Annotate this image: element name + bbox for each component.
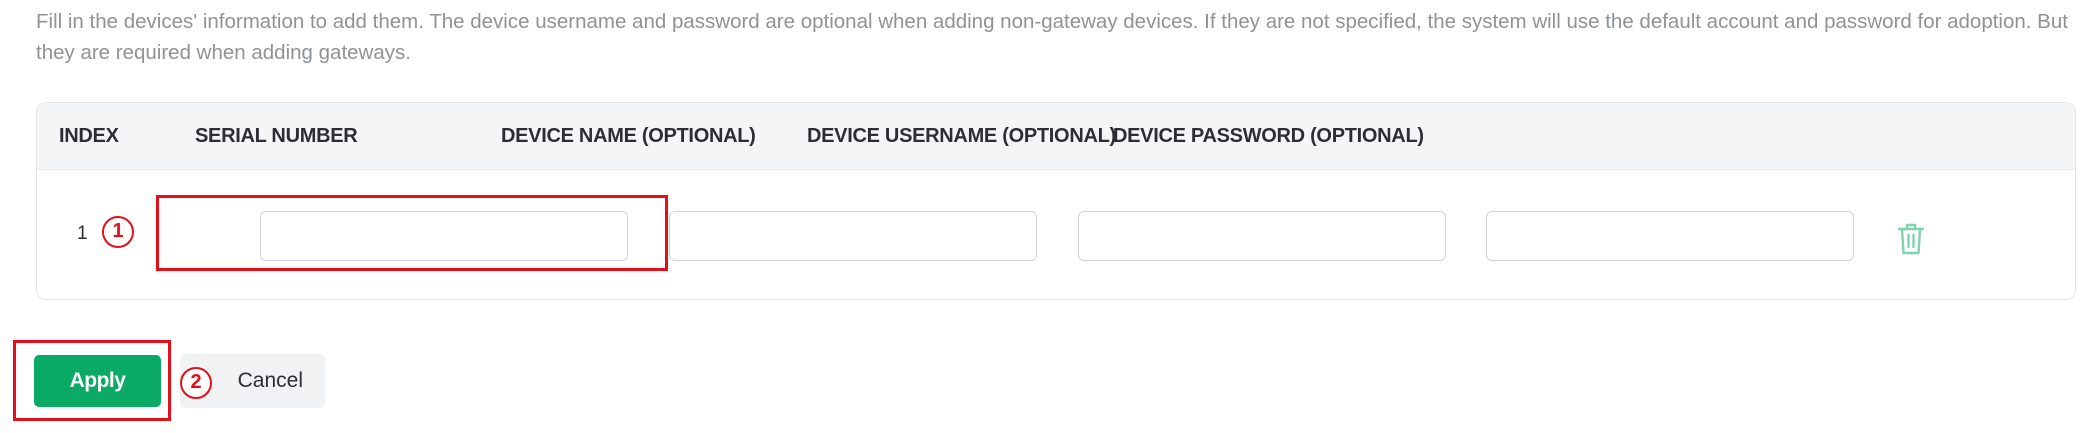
table-header: INDEX SERIAL NUMBER DEVICE NAME (OPTIONA…: [37, 103, 2075, 170]
row-index: 1: [77, 223, 88, 244]
annotation-badge-1: 1: [102, 216, 134, 248]
apply-button[interactable]: Apply: [34, 355, 161, 407]
header-index: INDEX: [59, 125, 119, 147]
device-name-input[interactable]: [669, 211, 1037, 261]
instructions-text: Fill in the devices' information to add …: [36, 10, 2068, 64]
header-serial-number: SERIAL NUMBER: [195, 125, 358, 147]
annotation-badge-2: 2: [180, 367, 212, 399]
header-device-username: DEVICE USERNAME (OPTIONAL): [807, 125, 1116, 147]
add-devices-page: Fill in the devices' information to add …: [0, 0, 2094, 433]
serial-number-input[interactable]: [260, 211, 628, 261]
device-password-input[interactable]: [1486, 211, 1854, 261]
trash-icon[interactable]: [1896, 222, 1926, 256]
devices-table: INDEX SERIAL NUMBER DEVICE NAME (OPTIONA…: [36, 102, 2076, 300]
header-device-password: DEVICE PASSWORD (OPTIONAL): [1113, 125, 1424, 147]
header-device-name: DEVICE NAME (OPTIONAL): [501, 125, 756, 147]
table-row: 1: [37, 170, 2075, 299]
device-username-input[interactable]: [1078, 211, 1446, 261]
